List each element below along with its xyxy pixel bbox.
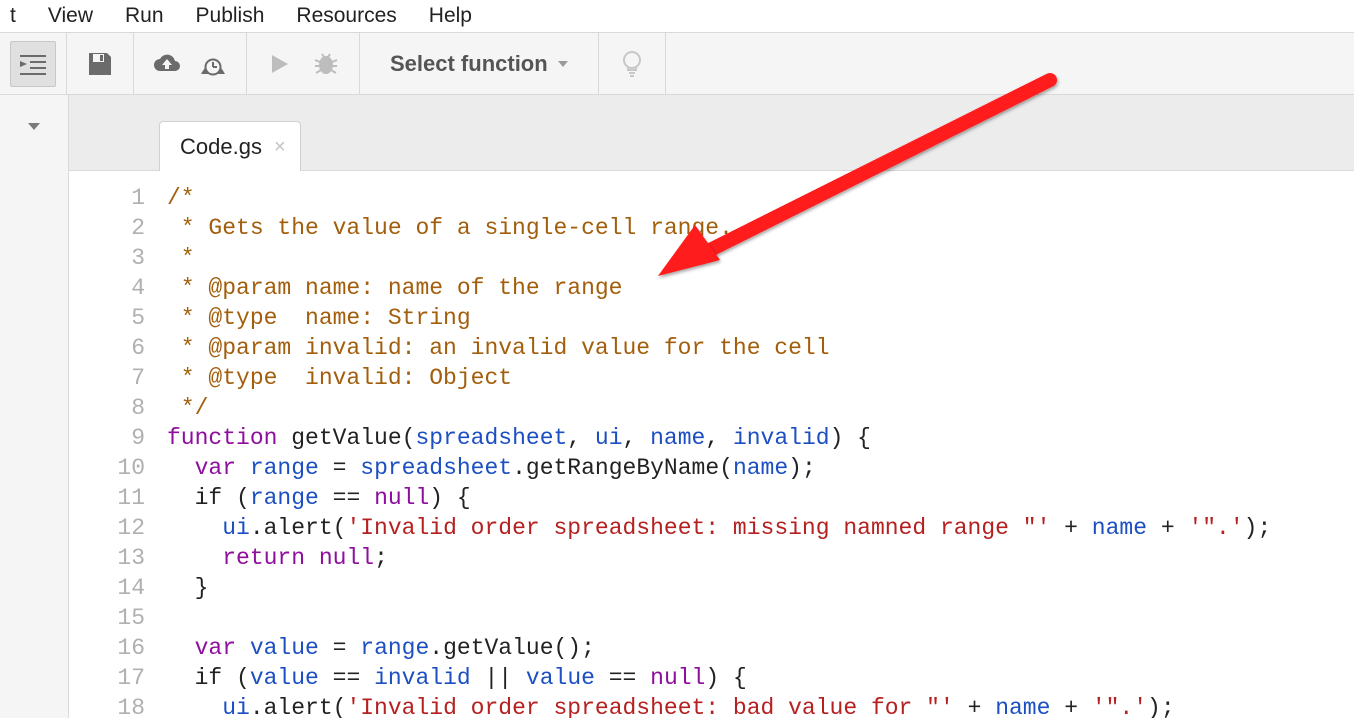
menu-view[interactable]: View <box>32 4 109 28</box>
side-panel <box>0 95 69 718</box>
menu-edit-truncated[interactable]: t <box>0 4 32 28</box>
save-button[interactable] <box>77 41 123 87</box>
tab-strip: Code.gs × <box>69 95 1354 171</box>
code-lines[interactable]: /* * Gets the value of a single-cell ran… <box>159 171 1354 718</box>
indent-button[interactable] <box>10 41 56 87</box>
run-button[interactable] <box>257 41 303 87</box>
chevron-down-icon <box>558 61 568 67</box>
gutter: 123456789101112131415161718 <box>69 171 159 718</box>
menu-resources[interactable]: Resources <box>280 4 412 28</box>
close-icon[interactable]: × <box>274 137 286 157</box>
menu-publish[interactable]: Publish <box>180 4 281 28</box>
code-editor[interactable]: 123456789101112131415161718 /* * Gets th… <box>69 171 1354 718</box>
debug-button[interactable] <box>303 41 349 87</box>
triggers-clock-button[interactable] <box>190 41 236 87</box>
editor-column: Code.gs × 123456789101112131415161718 /*… <box>69 95 1354 718</box>
deploy-cloud-button[interactable] <box>144 41 190 87</box>
toolbar: Select function <box>0 32 1354 95</box>
side-dropdown-caret[interactable] <box>28 123 40 130</box>
workarea: Code.gs × 123456789101112131415161718 /*… <box>0 95 1354 718</box>
select-function-label: Select function <box>390 51 548 77</box>
tab-code-gs[interactable]: Code.gs × <box>159 121 301 171</box>
tab-label: Code.gs <box>180 134 262 160</box>
select-function-dropdown[interactable]: Select function <box>370 51 588 77</box>
menubar: t View Run Publish Resources Help <box>0 0 1354 32</box>
menu-run[interactable]: Run <box>109 4 180 28</box>
lightbulb-button[interactable] <box>609 41 655 87</box>
menu-help[interactable]: Help <box>413 4 488 28</box>
